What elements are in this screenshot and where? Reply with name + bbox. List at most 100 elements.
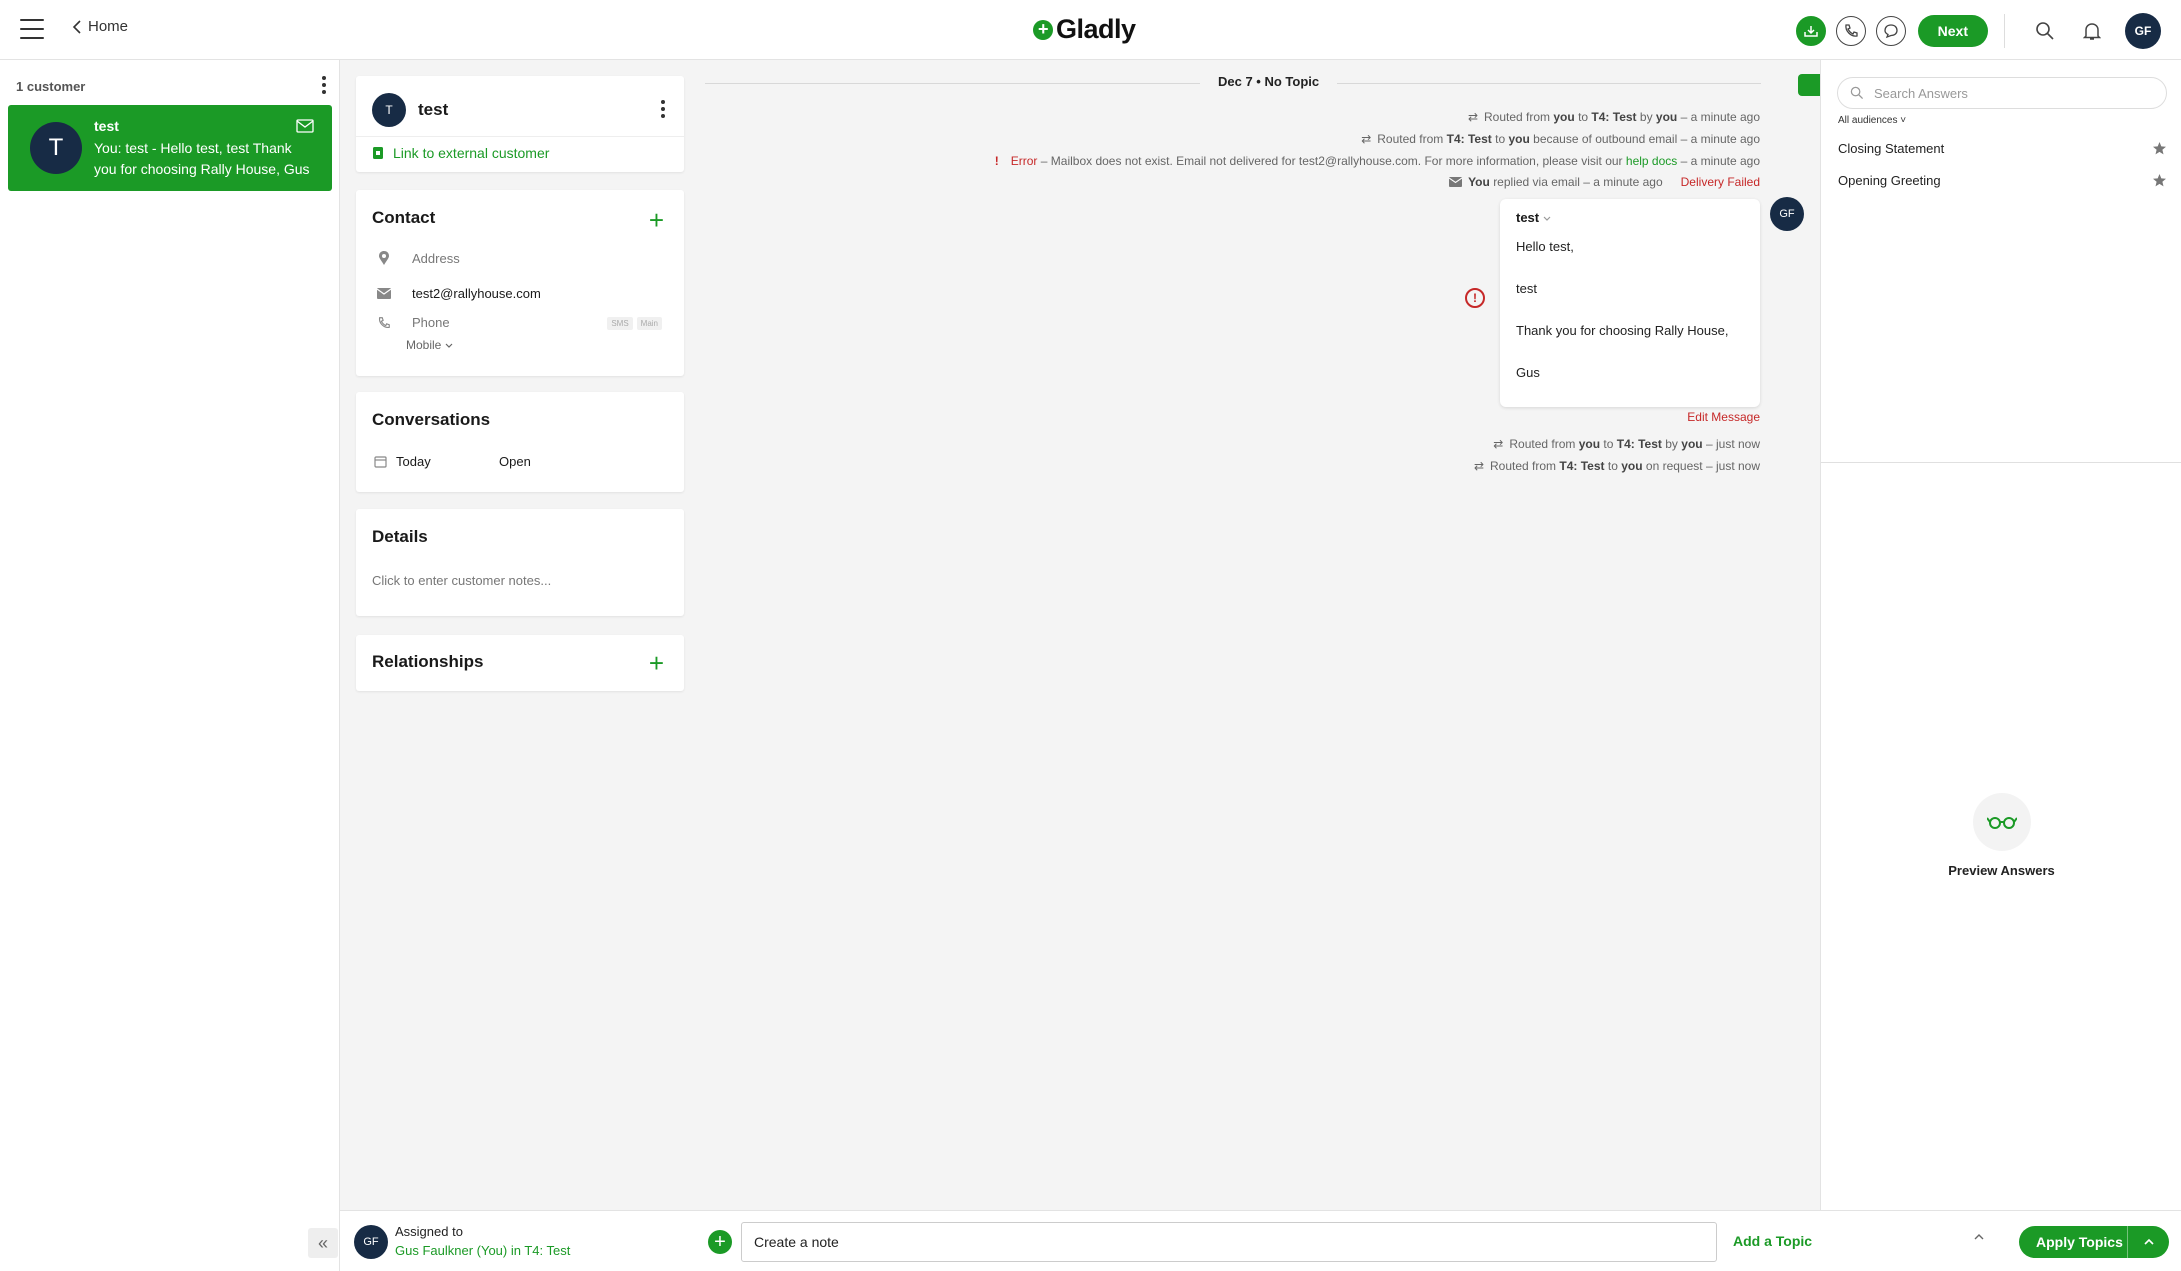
event-text: to: [1607, 459, 1618, 473]
event-time: – a minute ago: [1680, 154, 1760, 168]
answer-item[interactable]: Closing Statement: [1838, 141, 1944, 156]
star-icon[interactable]: [2152, 173, 2167, 188]
event-text: Routed from: [1377, 132, 1444, 146]
event-time: – just now: [1705, 459, 1760, 473]
event-text: on request: [1645, 459, 1703, 473]
event-text: by: [1665, 437, 1678, 451]
notifications-button[interactable]: [2083, 21, 2101, 41]
message-sender[interactable]: test: [1516, 210, 1551, 225]
customer-avatar: T: [30, 122, 82, 174]
conversation-date: Today: [396, 454, 431, 469]
event-time: – a minute ago: [1583, 175, 1663, 189]
route-icon: ⇄: [1473, 459, 1485, 473]
customer-list-item[interactable]: T test You: test - Hello test, test Than…: [8, 105, 332, 191]
email-value: test2@rallyhouse.com: [412, 286, 541, 301]
contact-card: Contact + Address test2@rallyhouse.com P…: [356, 190, 684, 376]
customer-name: test: [94, 118, 119, 134]
inbox-button[interactable]: [1795, 16, 1826, 46]
phone-type-value: Mobile: [406, 338, 442, 352]
event-text: to: [1578, 110, 1589, 124]
message-sender-name: test: [1516, 210, 1540, 225]
route-icon: ⇄: [1467, 110, 1478, 124]
event-text: to: [1495, 132, 1506, 146]
event-text: Routed from: [1509, 437, 1576, 451]
email-message[interactable]: test Hello test, test Thank you for choo…: [1500, 199, 1760, 407]
apply-topics-button[interactable]: Apply Topics: [2019, 1226, 2169, 1258]
error-text: – Mailbox does not exist. Email not deli…: [1040, 154, 1623, 168]
phone-tags: SMS Main: [607, 317, 662, 330]
event-actor: you: [1508, 132, 1530, 146]
assignee-link[interactable]: Gus Faulkner (You) in T4: Test: [395, 1243, 570, 1258]
star-icon[interactable]: [2152, 141, 2167, 156]
help-docs-link[interactable]: help docs: [1626, 154, 1677, 168]
phone-placeholder: Phone: [412, 315, 450, 330]
address-row[interactable]: Address: [376, 250, 460, 266]
routing-event: ⇄ Routed from T4: Test to you on request…: [1474, 459, 1760, 473]
email-icon: [1449, 177, 1463, 187]
audiences-select[interactable]: All audiences ˅: [1838, 115, 1906, 126]
search-button[interactable]: [2035, 21, 2055, 41]
main-tag[interactable]: Main: [636, 317, 662, 330]
link-icon: [373, 147, 383, 159]
add-contact-icon[interactable]: +: [649, 207, 664, 233]
logo-plus-icon: +: [1033, 19, 1053, 40]
event-actor: you: [1553, 110, 1575, 124]
event-text: by: [1639, 110, 1653, 124]
customer-preview: You: test - Hello test, test Thank you f…: [94, 140, 310, 177]
chevron-down-icon: ˅: [1900, 115, 1907, 126]
chevron-up-icon[interactable]: [2128, 1236, 2169, 1248]
search-answers-input[interactable]: Search Answers: [1837, 77, 2167, 109]
error-label: Error: [1010, 154, 1038, 168]
phone-row[interactable]: Phone: [376, 315, 450, 330]
side-panel-toggle-icon[interactable]: [1798, 74, 1820, 96]
add-relationship-icon[interactable]: +: [649, 650, 664, 676]
route-icon: ⇄: [1361, 132, 1372, 146]
phone-button[interactable]: [1835, 16, 1866, 46]
add-plus-icon[interactable]: +: [708, 1230, 732, 1254]
link-external-customer[interactable]: Link to external customer: [372, 145, 549, 161]
profile-more-icon[interactable]: [660, 100, 666, 118]
message-line: Gus: [1516, 365, 1540, 380]
divider: [1821, 462, 2181, 463]
chevron-up-icon[interactable]: [1973, 1231, 1985, 1243]
customer-notes-field[interactable]: Click to enter customer notes...: [372, 573, 551, 588]
conversation-area: Dec 7 • No Topic ⇄ Routed from you to T4…: [700, 60, 1820, 1210]
home-link[interactable]: Home: [72, 18, 128, 35]
add-topic-button[interactable]: Add a Topic: [1733, 1233, 1812, 1249]
answer-item[interactable]: Opening Greeting: [1838, 173, 1941, 188]
conversation-status: Open: [499, 454, 531, 469]
chevron-down-icon: [1543, 216, 1551, 221]
more-options-icon[interactable]: [321, 76, 327, 94]
bell-icon: [2083, 23, 2101, 40]
create-note-input[interactable]: [741, 1222, 1717, 1262]
message-line: Thank you for choosing Rally House,: [1516, 323, 1729, 338]
message-line: Hello test,: [1516, 239, 1574, 254]
customer-name-card: T test Link to external customer: [356, 76, 684, 172]
error-alert-icon[interactable]: !: [1465, 288, 1485, 308]
contact-title: Contact: [372, 208, 436, 227]
next-button[interactable]: Next: [1917, 15, 1988, 47]
collapse-panel-icon[interactable]: «: [308, 1228, 338, 1258]
top-bar: Home + Gladly Next GF: [0, 0, 2181, 60]
edit-message-link[interactable]: Edit Message: [1687, 410, 1760, 424]
chat-button[interactable]: [1875, 16, 1906, 46]
user-avatar[interactable]: GF: [2125, 13, 2161, 49]
conversation-row[interactable]: Today Open: [372, 454, 531, 469]
inbox-icon: [1803, 26, 1818, 37]
event-actor: You: [1468, 175, 1490, 189]
address-placeholder: Address: [412, 250, 460, 266]
menu-icon[interactable]: [20, 19, 44, 41]
phone-type-select[interactable]: Mobile: [406, 338, 453, 352]
conversations-title: Conversations: [372, 410, 491, 429]
profile-avatar: T: [372, 93, 406, 127]
event-text: Routed from: [1490, 459, 1557, 473]
search-icon: [1850, 86, 1864, 100]
event-actor: you: [1578, 437, 1601, 451]
sms-tag[interactable]: SMS: [607, 317, 633, 330]
divider: [2004, 14, 2005, 48]
logo-text: Gladly: [1056, 14, 1136, 44]
profile-name[interactable]: test: [418, 100, 448, 120]
email-row[interactable]: test2@rallyhouse.com: [376, 286, 541, 301]
routing-event: ⇄ Routed from you to T4: Test by you – j…: [1493, 437, 1760, 451]
error-icon: !: [994, 154, 999, 168]
